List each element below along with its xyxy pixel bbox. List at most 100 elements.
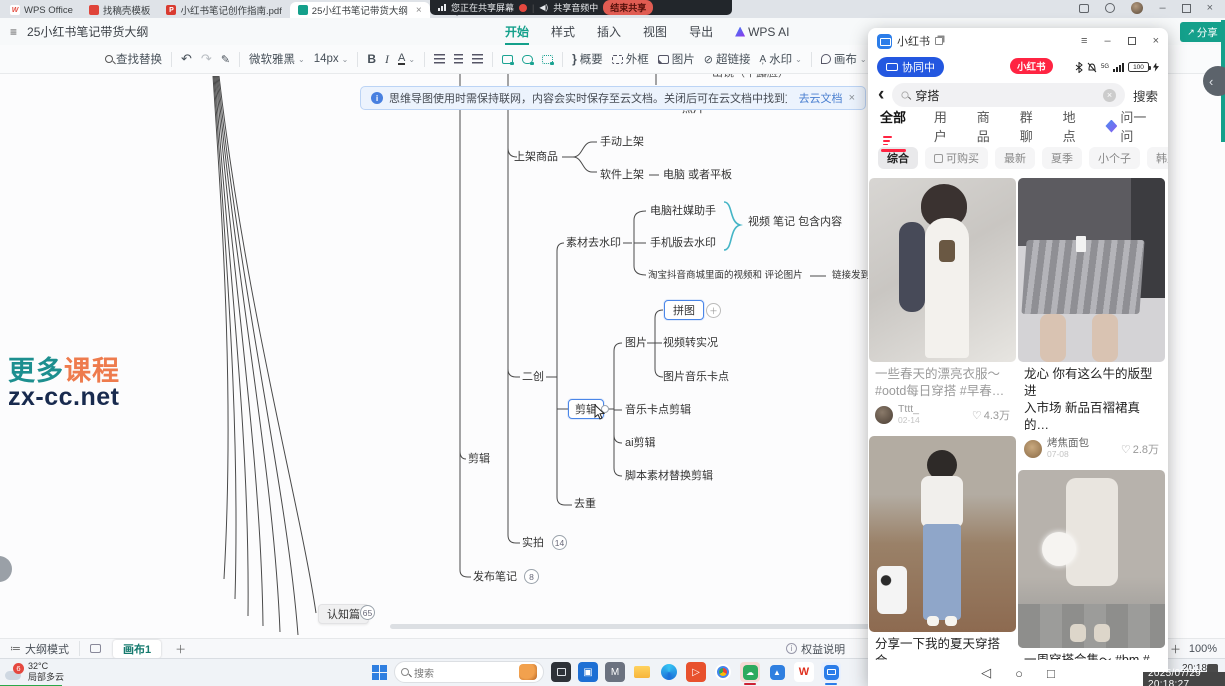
back-icon[interactable]: ‹ (878, 86, 884, 104)
bold-button[interactable]: B (367, 52, 376, 66)
note-card[interactable]: 分享一下我的夏天穿搭合 (869, 436, 1016, 660)
redo-button[interactable]: ↷ (201, 51, 212, 67)
chip-newest[interactable]: 最新 (995, 147, 1035, 169)
font-size-select[interactable]: 14px⌄ (314, 53, 349, 65)
mindmap-node-fabu[interactable]: 发布笔记 (473, 570, 517, 584)
minimize-icon[interactable]: – (1159, 2, 1165, 14)
note-card[interactable]: 龙心 你有这么牛的版型进入市场 新品百褶裙真的… 烤焦面包07-08 ♡2.8万 (1018, 178, 1165, 466)
mindmap-node-erchuang[interactable]: 二创 (522, 370, 544, 384)
outline-mode-button[interactable]: 大纲模式 (25, 641, 69, 657)
mindmap-node-software[interactable]: 软件上架 (600, 168, 644, 182)
chip-korean[interactable]: 韩里韩气 (1147, 147, 1168, 169)
tab-mindmap-active[interactable]: 25小红书笔记带货大纲 × (290, 2, 430, 18)
menu-home[interactable]: 开始 (505, 23, 529, 45)
rights-info[interactable]: i 权益说明 (786, 641, 845, 657)
mindmap-node-link-send[interactable]: 链接发到 (832, 269, 870, 283)
avatar[interactable] (1024, 440, 1042, 458)
banner-close-icon[interactable]: × (849, 92, 855, 104)
clear-icon[interactable]: × (1103, 89, 1116, 102)
layers-icon[interactable] (90, 644, 101, 653)
restore-icon[interactable] (1182, 4, 1191, 13)
nav-recents-icon[interactable]: □ (1047, 666, 1055, 681)
nav-back-icon[interactable]: ◁ (981, 665, 991, 681)
align-right-icon[interactable] (472, 54, 483, 64)
avatar[interactable] (875, 406, 893, 424)
stop-share-button[interactable]: 结束共享 (603, 0, 653, 15)
tab-users[interactable]: 用户 (934, 107, 958, 145)
hyperlink-button[interactable]: ⊘超链接 (704, 51, 751, 67)
menu-wps-ai[interactable]: WPS AI (735, 25, 789, 39)
align-left-icon[interactable] (434, 54, 445, 64)
briefcase-icon[interactable]: ▣ (578, 662, 598, 682)
child-topic-icon[interactable] (522, 55, 533, 64)
image-button[interactable]: 图片 (658, 51, 695, 67)
mindmap-node-jianji-left[interactable]: 剪辑 (468, 452, 490, 466)
mindmap-node-tupian-yinyue[interactable]: 图片音乐卡点 (663, 370, 729, 384)
photos-icon[interactable]: ▲ (767, 662, 787, 682)
tab-places[interactable]: 地点 (1063, 107, 1087, 145)
mindmap-node-jiaoben[interactable]: 脚本素材替换剪辑 (625, 469, 713, 483)
chip-summer[interactable]: 夏季 (1042, 147, 1082, 169)
mindmap-node-pc-helper[interactable]: 电脑社媒助手 (650, 204, 716, 218)
menu-view[interactable]: 视图 (643, 23, 667, 40)
menu-style[interactable]: 样式 (551, 23, 575, 40)
note-card[interactable]: 一周穿搭合集～ #bm #春季穿搭 #每日穿搭 #日… (1018, 470, 1165, 660)
screen-mirror-icon-active[interactable] (821, 662, 841, 682)
chip-petite[interactable]: 小个子 (1089, 147, 1140, 169)
font-color-button[interactable]: A⌄ (398, 53, 415, 65)
mindmap-node-mobile-wm[interactable]: 手机版去水印 (650, 236, 716, 250)
search-highlight-icon[interactable] (519, 664, 537, 680)
tab-ask[interactable]: 问一问 (1105, 107, 1156, 145)
close-icon[interactable]: × (1153, 35, 1159, 47)
layout-icon[interactable] (1079, 4, 1089, 13)
tab-wps-office[interactable]: W WPS Office (2, 2, 81, 18)
search-results-feed[interactable]: 一些春天的漂亮衣服～#ootd每日穿搭 #早春… Tttt_02-14 ♡4.3… (868, 174, 1168, 660)
media-app-icon[interactable]: M (605, 662, 625, 682)
mindmap-node-yinyue-kadian[interactable]: 音乐卡点剪辑 (625, 403, 691, 417)
author-name[interactable]: 烤焦面包07-08 (1047, 438, 1089, 460)
hamburger-icon[interactable]: ≡ (10, 25, 17, 39)
chip-buyable[interactable]: 可购买 (925, 147, 988, 169)
summary-button[interactable]: }概要 (572, 51, 603, 67)
mindmap-node-shipai[interactable]: 实拍 (522, 536, 544, 550)
tab-groups[interactable]: 群聊 (1020, 107, 1044, 145)
mindmap-node-sucai[interactable]: 素材去水印 (566, 236, 621, 250)
align-center-icon[interactable] (454, 54, 463, 64)
like-count[interactable]: ♡2.8万 (1121, 441, 1159, 457)
close-tab-icon[interactable]: × (416, 5, 422, 16)
wps-cloud-icon-active[interactable]: ☁ (740, 662, 760, 682)
mindmap-node-video-note[interactable]: 视频 笔记 包含内容 (748, 215, 842, 229)
search-input[interactable]: 穿搭 × (892, 83, 1125, 107)
potplayer-icon[interactable]: ▷ (686, 662, 706, 682)
mindmap-node-pintu-selected[interactable]: 拼图 (664, 300, 704, 320)
mindmap-node-manual[interactable]: 手动上架 (600, 135, 644, 149)
menu-export[interactable]: 导出 (689, 23, 713, 40)
mindmap-node-tupian[interactable]: 图片 (625, 336, 647, 350)
tab-template[interactable]: 找稿壳模板 (81, 2, 159, 18)
mindmap-node-shipin-shikuang[interactable]: 视频转实况 (663, 336, 718, 350)
like-count[interactable]: ♡4.3万 (972, 407, 1010, 423)
mindmap-node-partial-top[interactable]: 出镜（不露脸） (712, 74, 789, 80)
mindmap-node-taobao[interactable]: 淘宝抖音商城里面的视频和 评论图片 (648, 269, 803, 283)
zoom-in-button[interactable]: ＋ (1170, 641, 1181, 657)
watermark-button[interactable]: A̦水印⌄ (759, 51, 801, 67)
duplicate-icon[interactable] (935, 37, 943, 45)
add-canvas-button[interactable]: ＋ (175, 641, 186, 657)
mindmap-node-pc-pad[interactable]: 电脑 或者平板 (663, 168, 732, 182)
author-name[interactable]: Tttt_02-14 (898, 404, 920, 426)
canvas-button[interactable]: 画布⌄ (821, 51, 867, 67)
go-to-cloud-link[interactable]: 去云文档 (799, 90, 843, 106)
menu-icon[interactable]: ≡ (1081, 35, 1087, 47)
mindmap-node-quchong[interactable]: 去重 (574, 497, 596, 511)
share-button[interactable]: ↗ 分享 (1180, 22, 1225, 42)
format-painter-icon[interactable]: ✎ (221, 53, 230, 66)
note-card[interactable]: 一些春天的漂亮衣服～#ootd每日穿搭 #早春… Tttt_02-14 ♡4.3… (869, 178, 1016, 432)
wps-office-icon[interactable]: W (794, 662, 814, 682)
chrome-icon[interactable] (713, 662, 733, 682)
nav-home-icon[interactable]: ○ (1015, 666, 1023, 681)
restore-icon[interactable] (1128, 37, 1136, 45)
minimize-icon[interactable]: – (1104, 35, 1110, 47)
relation-icon[interactable] (542, 55, 553, 64)
taskview-icon[interactable] (551, 662, 571, 682)
menu-insert[interactable]: 插入 (597, 23, 621, 40)
